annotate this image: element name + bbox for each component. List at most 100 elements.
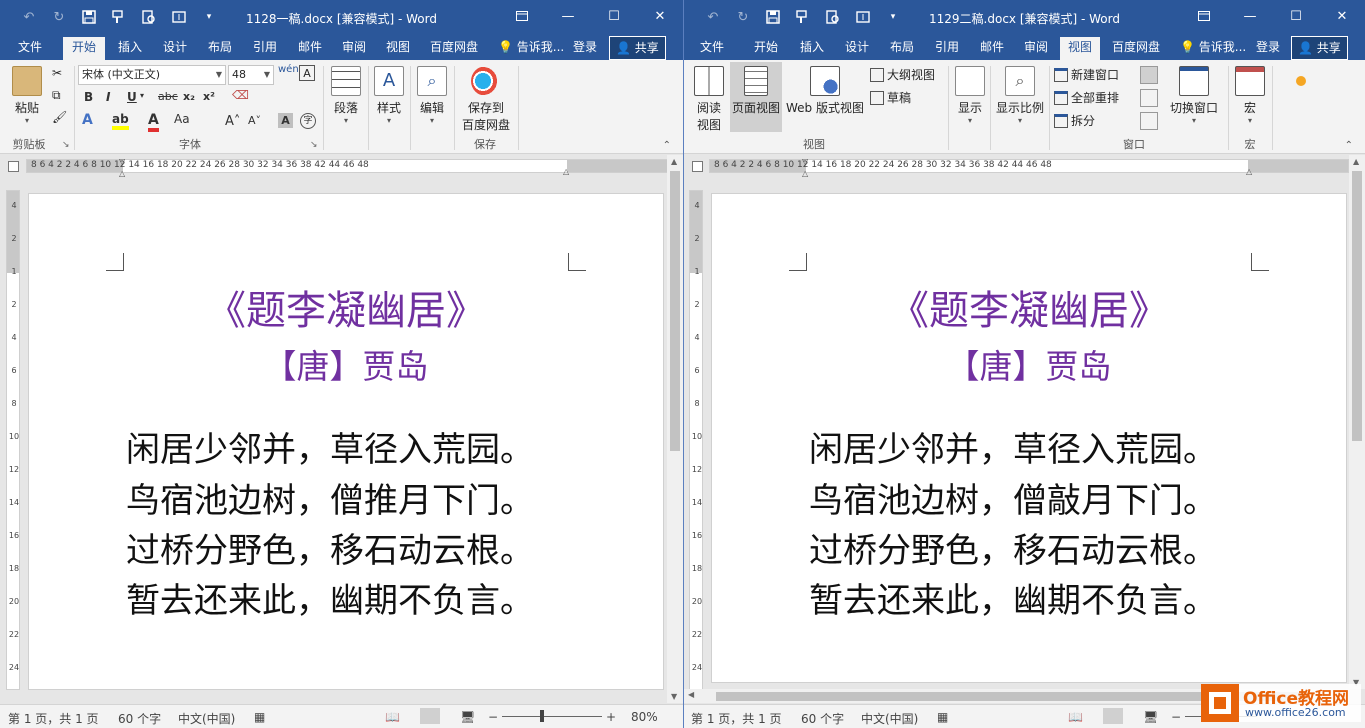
redo-icon[interactable]: ↻	[732, 6, 754, 28]
tab-review[interactable]: 审阅	[334, 37, 374, 60]
draft-button[interactable]: 草稿	[870, 89, 911, 106]
shrink-font-icon[interactable]: A˅	[248, 114, 261, 127]
right-indent-icon[interactable]: △	[563, 167, 569, 176]
vertical-scrollbar[interactable]: ▲ ▼	[667, 155, 683, 703]
print-layout-button[interactable]: 页面视图	[730, 62, 782, 132]
editing-button[interactable]: ⌕ 编辑 ▾	[416, 66, 448, 125]
web-layout-icon[interactable]: 🖥	[1143, 710, 1158, 724]
tab-layout[interactable]: 布局	[200, 37, 240, 60]
show-button[interactable]: 显示 ▾	[954, 66, 986, 125]
font-name-combo[interactable]: 宋体 (中文正文) ▼	[78, 65, 226, 85]
scroll-thumb[interactable]	[670, 171, 680, 451]
font-size-menu-icon[interactable]: Aa	[174, 112, 190, 126]
phonetic-guide-icon[interactable]: wén	[278, 64, 299, 75]
print-preview-icon[interactable]	[138, 6, 160, 28]
scroll-up-icon[interactable]: ▲	[671, 157, 677, 166]
tab-file[interactable]: 文件	[692, 37, 732, 60]
format-painter-qat-icon[interactable]	[792, 6, 814, 28]
new-window-button[interactable]: 新建窗口	[1054, 66, 1119, 83]
print-preview-icon[interactable]	[822, 6, 844, 28]
print-layout-icon[interactable]	[420, 708, 440, 724]
clipboard-launcher-icon[interactable]: ↘	[62, 140, 70, 150]
strikethrough-icon[interactable]: abc	[158, 90, 178, 103]
save-icon[interactable]	[762, 6, 784, 28]
zoom-out-icon[interactable]: −	[1171, 710, 1181, 724]
styles-button[interactable]: A 样式 ▾	[373, 66, 405, 125]
tab-home[interactable]: 开始	[63, 37, 105, 60]
tab-design[interactable]: 设计	[837, 37, 877, 60]
outline-button[interactable]: 大纲视图	[870, 66, 935, 83]
font-color-icon[interactable]: A	[148, 112, 159, 132]
minimize-icon[interactable]: —	[545, 0, 591, 32]
touch-mode-icon[interactable]	[168, 6, 190, 28]
cut-icon[interactable]: ✂	[52, 66, 62, 80]
redo-icon[interactable]: ↻	[48, 6, 70, 28]
first-line-indent-icon[interactable]: ▽	[802, 157, 808, 166]
customize-qat-icon[interactable]: ▾	[198, 6, 220, 28]
collapse-ribbon-icon[interactable]: ⌃	[1345, 140, 1353, 151]
text-effects-icon[interactable]: A	[82, 112, 93, 128]
character-shading-icon[interactable]: A	[278, 113, 293, 128]
share-button[interactable]: 👤 共享	[609, 36, 666, 60]
paragraph-button[interactable]: 段落 ▾	[330, 66, 362, 125]
enclose-characters-icon[interactable]: 字	[300, 113, 316, 129]
bold-icon[interactable]: B	[84, 90, 93, 104]
clear-formatting-icon[interactable]: ⌫	[232, 88, 249, 102]
tab-mailings[interactable]: 邮件	[972, 37, 1012, 60]
scroll-thumb[interactable]	[1352, 171, 1362, 441]
document-page[interactable]: 《题李凝幽居》 【唐】贾岛 闲居少邻并，草径入荒园。 鸟宿池边树，僧推月下门。 …	[28, 193, 664, 690]
switch-windows-button[interactable]: 切换窗口 ▾	[1166, 66, 1222, 125]
web-layout-button[interactable]: Web 版式视图	[784, 66, 866, 116]
save-to-baidu-button[interactable]: 保存到 百度网盘	[458, 66, 514, 133]
scroll-left-icon[interactable]: ◀	[688, 690, 694, 699]
tab-home[interactable]: 开始	[746, 37, 786, 60]
tab-view[interactable]: 视图	[1060, 37, 1100, 60]
tab-insert[interactable]: 插入	[110, 37, 150, 60]
word-count[interactable]: 60 个字	[118, 710, 161, 727]
read-mode-icon[interactable]: 📖	[385, 710, 400, 724]
reset-window-icon[interactable]	[1140, 112, 1158, 130]
italic-icon[interactable]: I	[106, 90, 110, 104]
language-indicator[interactable]: 中文(中国)	[178, 710, 235, 727]
close-icon[interactable]: ✕	[637, 0, 683, 32]
right-indent-icon[interactable]: △	[1246, 167, 1252, 176]
tab-selector-icon[interactable]	[692, 161, 703, 172]
customize-qat-icon[interactable]: ▾	[882, 6, 904, 28]
tab-review[interactable]: 审阅	[1016, 37, 1056, 60]
ribbon-display-options-icon[interactable]	[499, 0, 545, 32]
character-border-icon[interactable]: A	[299, 65, 315, 81]
tab-insert[interactable]: 插入	[792, 37, 832, 60]
hanging-indent-icon[interactable]: △	[119, 169, 125, 178]
superscript-icon[interactable]: x²	[203, 90, 215, 103]
macro-record-icon[interactable]: ▦	[254, 710, 265, 724]
share-button[interactable]: 👤 共享	[1291, 36, 1348, 60]
tab-references[interactable]: 引用	[927, 37, 967, 60]
tab-layout[interactable]: 布局	[882, 37, 922, 60]
word-count[interactable]: 60 个字	[801, 710, 844, 727]
maximize-icon[interactable]: ☐	[591, 0, 637, 32]
underline-icon[interactable]: U	[127, 90, 137, 104]
page-count[interactable]: 第 1 页，共 1 页	[8, 710, 99, 727]
format-painter-qat-icon[interactable]	[108, 6, 130, 28]
close-icon[interactable]: ✕	[1319, 0, 1365, 32]
page-count[interactable]: 第 1 页，共 1 页	[691, 710, 782, 727]
view-side-by-side-icon[interactable]	[1140, 66, 1158, 84]
paste-button[interactable]: 粘贴 ▾	[8, 66, 46, 125]
maximize-icon[interactable]: ☐	[1273, 0, 1319, 32]
touch-mode-icon[interactable]	[852, 6, 874, 28]
collapse-ribbon-icon[interactable]: ⌃	[663, 140, 671, 151]
zoom-slider-thumb[interactable]	[540, 710, 544, 722]
save-icon[interactable]	[78, 6, 100, 28]
tab-selector-icon[interactable]	[8, 161, 19, 172]
minimize-icon[interactable]: —	[1227, 0, 1273, 32]
web-layout-icon[interactable]: 🖥	[460, 710, 475, 724]
tab-baidu-pan[interactable]: 百度网盘	[1106, 37, 1166, 60]
read-mode-icon[interactable]: 📖	[1068, 710, 1083, 724]
macro-record-icon[interactable]: ▦	[937, 710, 948, 724]
language-indicator[interactable]: 中文(中国)	[861, 710, 918, 727]
baidu-status-icon[interactable]	[1296, 76, 1306, 86]
first-line-indent-icon[interactable]: ▽	[119, 157, 125, 166]
zoom-slider[interactable]	[502, 716, 602, 717]
sync-scroll-icon[interactable]	[1140, 89, 1158, 107]
document-page[interactable]: 《题李凝幽居》 【唐】贾岛 闲居少邻并，草径入荒园。 鸟宿池边树，僧敲月下门。 …	[711, 193, 1347, 683]
